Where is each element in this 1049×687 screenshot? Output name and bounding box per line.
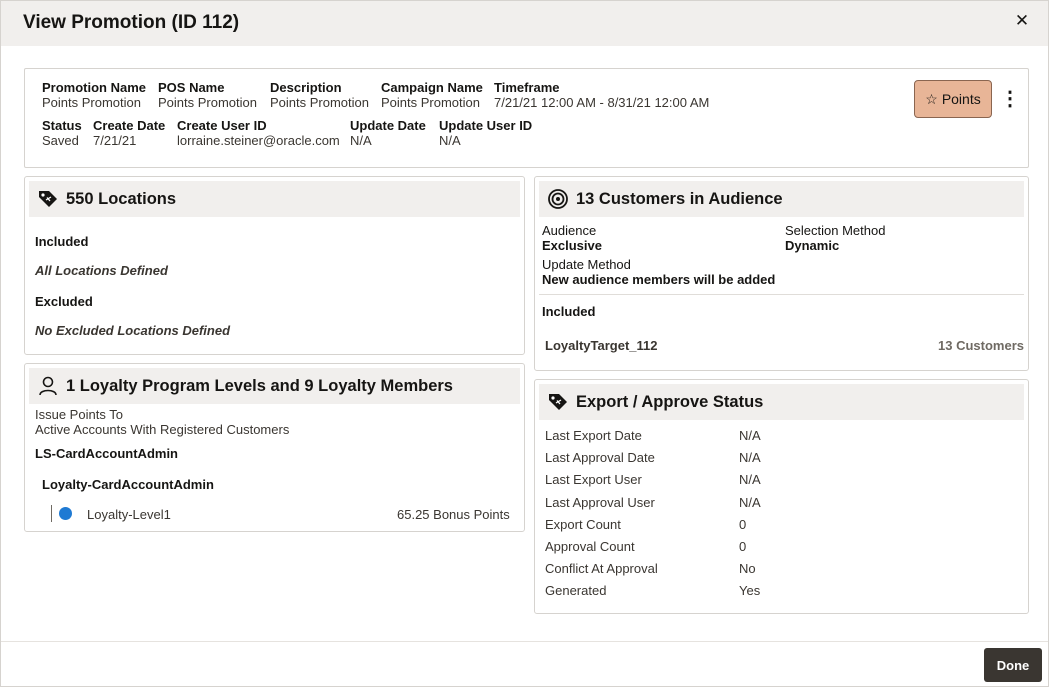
locations-excluded-label: Excluded: [35, 294, 93, 309]
update-method-value: New audience members will be added: [542, 272, 776, 287]
update-date-value: N/A: [350, 133, 372, 148]
update-user-value: N/A: [439, 133, 461, 148]
status-field: Status Saved: [42, 118, 82, 148]
export-card-header: Export / Approve Status: [539, 384, 1024, 420]
timeframe-label: Timeframe: [494, 80, 560, 95]
create-user-value: lorraine.steiner@oracle.com: [177, 133, 340, 148]
description-field: Description Points Promotion: [270, 80, 369, 110]
locations-included-label: Included: [35, 234, 89, 249]
issue-points-label: Issue Points To: [35, 407, 123, 422]
campaign-name-field: Campaign Name Points Promotion: [381, 80, 483, 110]
status-label: Status: [42, 118, 82, 133]
locations-included-value: All Locations Defined: [35, 263, 168, 278]
export-row-label: Last Approval Date: [545, 450, 655, 465]
view-promotion-dialog: View Promotion (ID 112) ✕ Promotion Name…: [0, 0, 1049, 687]
issue-points-value: Active Accounts With Registered Customer…: [35, 422, 290, 437]
more-actions-icon[interactable]: ⋮: [1000, 87, 1020, 111]
dialog-header: View Promotion (ID 112) ✕: [1, 1, 1048, 46]
audience-value: Exclusive: [542, 238, 602, 253]
timeframe-field: Timeframe 7/21/21 12:00 AM - 8/31/21 12:…: [494, 80, 709, 110]
create-date-value: 7/21/21: [93, 133, 137, 148]
person-icon: [39, 376, 57, 396]
promotion-summary: Promotion Name Points Promotion POS Name…: [24, 68, 1029, 168]
update-date-label: Update Date: [350, 118, 426, 133]
timeframe-value: 7/21/21 12:00 AM - 8/31/21 12:00 AM: [494, 95, 710, 110]
update-date-field: Update Date N/A: [350, 118, 426, 148]
dialog-title: View Promotion (ID 112): [23, 12, 240, 33]
description-label: Description: [270, 80, 342, 95]
promotion-name-value: Points Promotion: [42, 95, 141, 110]
target-name: LoyaltyTarget_112: [545, 338, 658, 353]
selection-method-label: Selection Method: [785, 223, 886, 238]
export-row-value: N/A: [739, 450, 761, 465]
loyalty-title: 1 Loyalty Program Levels and 9 Loyalty M…: [66, 377, 453, 395]
export-row-label: Approval Count: [545, 539, 635, 554]
promotion-name-field: Promotion Name Points Promotion: [42, 80, 146, 110]
create-user-label: Create User ID: [177, 118, 267, 133]
update-method-label: Update Method: [542, 257, 631, 272]
export-row-label: Conflict At Approval: [545, 561, 658, 576]
star-icon: ☆: [925, 90, 938, 107]
campaign-name-value: Points Promotion: [381, 95, 480, 110]
status-value: Saved: [42, 133, 79, 148]
audience-title: 13 Customers in Audience: [576, 190, 783, 208]
campaign-name-label: Campaign Name: [381, 80, 483, 95]
selection-method-value: Dynamic: [785, 238, 840, 253]
loyalty-card: 1 Loyalty Program Levels and 9 Loyalty M…: [24, 363, 525, 532]
tree-line: [51, 505, 52, 522]
export-row-value: 0: [739, 539, 747, 554]
loyalty-card-header: 1 Loyalty Program Levels and 9 Loyalty M…: [29, 368, 520, 404]
audience-divider: [539, 294, 1024, 295]
close-icon[interactable]: ✕: [1010, 9, 1034, 33]
target-icon: [548, 189, 568, 209]
update-user-field: Update User ID N/A: [439, 118, 532, 148]
location-tag-icon: [39, 191, 57, 207]
audience-label: Audience: [542, 223, 597, 238]
loyalty-level-points: 65.25 Bonus Points: [397, 507, 510, 522]
create-date-label: Create Date: [93, 118, 166, 133]
export-row-label: Export Count: [545, 517, 621, 532]
update-user-label: Update User ID: [439, 118, 533, 133]
pos-name-field: POS Name Points Promotion: [158, 80, 257, 110]
loyalty-subprogram-name: Loyalty-CardAccountAdmin: [42, 477, 214, 492]
export-tag-icon: [549, 394, 567, 410]
export-row-value: No: [739, 561, 756, 576]
pos-name-value: Points Promotion: [158, 95, 257, 110]
export-row-label: Last Export User: [545, 472, 642, 487]
export-row-value: 0: [739, 517, 747, 532]
locations-excluded-value: No Excluded Locations Defined: [35, 323, 231, 338]
loyalty-level-name: Loyalty-Level1: [87, 507, 171, 522]
pos-name-label: POS Name: [158, 80, 225, 95]
create-user-field: Create User ID lorraine.steiner@oracle.c…: [177, 118, 340, 148]
export-status-card: Export / Approve Status Last Export Date…: [534, 379, 1029, 614]
audience-included-label: Included: [542, 304, 596, 319]
points-button[interactable]: ☆ Points: [914, 80, 992, 118]
target-count: 13 Customers: [938, 338, 1024, 353]
promotion-name-label: Promotion Name: [42, 80, 147, 95]
points-button-label: Points: [941, 91, 981, 107]
export-row-value: N/A: [739, 495, 761, 510]
create-date-field: Create Date 7/21/21: [93, 118, 165, 148]
export-row-label: Last Approval User: [545, 495, 655, 510]
audience-card-header: 13 Customers in Audience: [539, 181, 1024, 217]
description-value: Points Promotion: [270, 95, 369, 110]
level-dot-icon: [59, 507, 72, 520]
loyalty-program-name: LS-CardAccountAdmin: [35, 446, 178, 461]
export-row-label: Generated: [545, 583, 607, 598]
locations-card-header: 550 Locations: [29, 181, 520, 217]
footer-divider: [1, 641, 1048, 642]
locations-title: 550 Locations: [66, 190, 177, 208]
export-row-value: N/A: [739, 428, 761, 443]
done-button[interactable]: Done: [984, 648, 1042, 682]
export-row-value: Yes: [739, 583, 761, 598]
audience-card: 13 Customers in Audience Audience Exclus…: [534, 176, 1029, 371]
locations-card: 550 Locations Included All Locations Def…: [24, 176, 525, 355]
export-row-value: N/A: [739, 472, 761, 487]
export-row-label: Last Export Date: [545, 428, 642, 443]
export-title: Export / Approve Status: [576, 393, 764, 411]
